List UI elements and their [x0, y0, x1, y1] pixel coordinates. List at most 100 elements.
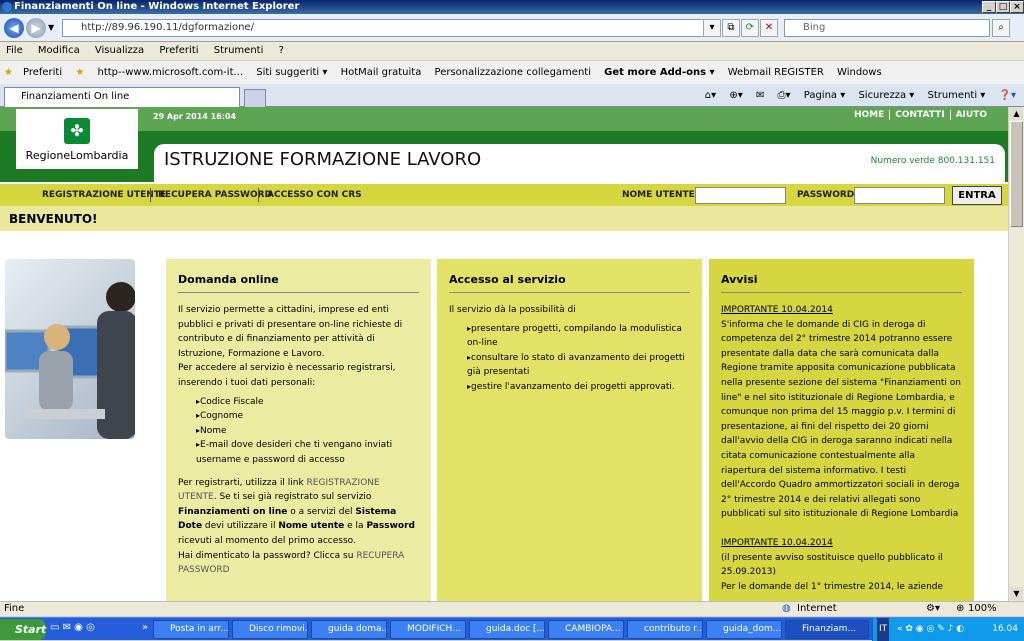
fav-item-siti-suggeriti[interactable]: Siti suggeriti ▾ — [256, 67, 327, 78]
minimize-button[interactable]: _ — [982, 1, 996, 13]
welcome-bar: BENVENUTO! — [0, 206, 1008, 231]
fav-item-webmail[interactable]: Webmail REGISTER — [728, 67, 824, 78]
stop-icon[interactable]: ✕ — [760, 19, 778, 37]
status-bar: Fine ◍ Internet ⚙▾ ⊕ 100% — [0, 601, 1024, 616]
menu-file[interactable]: File — [6, 45, 23, 56]
forward-button[interactable]: ▶ — [26, 18, 46, 38]
mail-icon[interactable]: ✉ — [756, 90, 764, 101]
favorites-button[interactable]: Preferiti — [23, 67, 62, 78]
bold-nome-utente: Nome utente — [278, 521, 345, 532]
cmd-sicurezza[interactable]: Sicurezza ▾ — [858, 90, 914, 101]
menu-help[interactable]: ? — [279, 45, 284, 56]
domanda-text-4: Hai dimenticato la password? Clicca su R… — [178, 549, 419, 578]
clock: 16.04 — [992, 624, 1018, 634]
page-content: ✤ RegioneLombardia 29 Apr 2014 16:04 HOM… — [0, 107, 1008, 601]
domanda-text-1: Il servizio permette a cittadini, impres… — [178, 305, 403, 359]
maximize-button[interactable]: □ — [996, 1, 1010, 13]
menu-strumenti[interactable]: Strumenti — [214, 45, 264, 56]
language-indicator[interactable]: IT — [877, 618, 890, 641]
feeds-icon[interactable]: ⊕▾ — [729, 90, 742, 101]
username-input[interactable] — [695, 187, 786, 204]
accesso-intro: Il servizio dà la possibilità di — [449, 305, 576, 315]
menu-modifica[interactable]: Modifica — [38, 45, 80, 56]
menu-preferiti[interactable]: Preferiti — [159, 45, 198, 56]
address-dropdown-icon[interactable]: ▾ — [703, 19, 721, 37]
avviso-title[interactable]: IMPORTANTE 10.04.2014 — [721, 303, 962, 318]
header-datetime: 29 Apr 2014 16:04 — [153, 112, 237, 121]
history-dropdown-icon[interactable]: ▼ — [48, 23, 54, 32]
search-icon[interactable]: ⌕ — [992, 19, 1010, 37]
panel-accesso-servizio: Accesso al servizio Il servizio dà la po… — [437, 259, 702, 601]
nav-separator — [150, 188, 151, 202]
scroll-down-icon[interactable]: ▼ — [1010, 587, 1023, 600]
taskbar: Start ▭ ✉ ◉ ◎ » Posta in arr... Disco ri… — [0, 617, 1024, 641]
list-item: Codice Fiscale — [196, 395, 419, 410]
task-modifich[interactable]: MODIFICH... — [390, 620, 466, 639]
task-contributo[interactable]: contributo r... — [627, 620, 703, 639]
top-links: HOME CONTATTI AIUTO — [849, 110, 992, 120]
refresh-icon[interactable]: ⟳ — [741, 19, 759, 37]
cmd-pagina[interactable]: Pagina ▾ — [804, 90, 846, 101]
task-posta[interactable]: Posta in arr... — [153, 620, 229, 639]
domanda-text-2: Per accedere al servizio è necessario re… — [178, 363, 396, 388]
tab-finanziamenti[interactable]: Finanziamenti On line — [4, 87, 240, 107]
link-aiuto[interactable]: AIUTO — [949, 110, 992, 120]
fav-item-windows[interactable]: Windows — [837, 67, 882, 78]
nav-accesso-crs[interactable]: ACCESSO CON CRS — [267, 190, 362, 200]
regione-lombardia-logo[interactable]: ✤ RegioneLombardia — [16, 109, 138, 169]
print-icon[interactable]: ⎙▾ — [778, 90, 791, 101]
compat-view-icon[interactable]: ⧉ — [722, 19, 740, 37]
panel-body-avvisi: IMPORTANTE 10.04.2014 S'informa che le d… — [721, 303, 962, 594]
tray-icons[interactable]: « ✿ ◉ ◎ ✎ ♪ ◐ — [897, 618, 964, 641]
fav-item-addons[interactable]: Get more Add-ons ▾ — [604, 67, 714, 78]
text-fragment: o a servizi del — [287, 506, 356, 517]
scroll-thumb[interactable] — [1010, 121, 1023, 227]
list-item: gestire l'avanzamento dei progetti appro… — [467, 380, 690, 395]
new-tab-button[interactable] — [244, 89, 266, 107]
start-button[interactable]: Start — [0, 619, 46, 640]
cmd-strumenti[interactable]: Strumenti ▾ — [927, 90, 985, 101]
fav-item-personalizzazione[interactable]: Personalizzazione collegamenti — [435, 67, 591, 78]
ie-icon — [2, 2, 12, 12]
nav-registrazione-utente[interactable]: REGISTRAZIONE UTENTE — [42, 190, 166, 200]
avviso-title[interactable]: IMPORTANTE 10.04.2014 — [721, 536, 962, 551]
protected-mode-icon[interactable]: ⚙▾ — [926, 602, 940, 616]
menu-visualizza[interactable]: Visualizza — [95, 45, 144, 56]
address-row: ◀ ▶ ▼ http://89.96.190.11/dgformazione/ … — [0, 14, 1024, 42]
nav-recupera-password[interactable]: RECUPERA PASSWORD — [158, 190, 272, 200]
help-icon[interactable]: ❓▾ — [999, 90, 1016, 101]
domanda-list: Codice Fiscale Cognome Nome E-mail dove … — [196, 395, 419, 468]
back-button[interactable]: ◀ — [4, 18, 24, 38]
task-guida-dom[interactable]: guida_dom... — [706, 620, 782, 639]
task-guida-doc[interactable]: guida.doc [... — [469, 620, 545, 639]
address-input[interactable]: http://89.96.190.11/dgformazione/ — [62, 19, 714, 37]
close-window-button[interactable]: × — [1010, 1, 1024, 13]
task-disco[interactable]: Disco rimovi... — [232, 620, 308, 639]
home-icon[interactable]: ⌂▾ — [705, 90, 716, 101]
favorites-star-icon: ★ — [4, 67, 13, 78]
fav-item-microsoft[interactable]: http--www.microsoft.com-it... — [97, 67, 243, 78]
globe-icon: ◍ — [782, 603, 791, 614]
task-guida-doma[interactable]: guida doma... — [311, 620, 387, 639]
panel-heading-avvisi: Avvisi — [721, 273, 962, 293]
vertical-scrollbar[interactable]: ▲ ▼ — [1008, 107, 1024, 601]
task-finanziamenti[interactable]: Finanziam... — [785, 620, 869, 639]
task-cambiopa[interactable]: CAMBIOPA... — [548, 620, 624, 639]
zoom-level[interactable]: 100% — [968, 602, 997, 616]
search-input[interactable]: Bing — [784, 19, 990, 37]
password-input[interactable] — [854, 187, 945, 204]
quicklaunch-icons[interactable]: ▭ ✉ ◉ ◎ — [50, 622, 95, 633]
scroll-up-icon[interactable]: ▲ — [1010, 107, 1023, 120]
text-fragment: ricevuti al momento del primo accesso. — [178, 535, 356, 546]
fav-item-hotmail[interactable]: HotMail gratuita — [341, 67, 422, 78]
start-label: Start — [15, 623, 47, 636]
panel-heading-accesso: Accesso al servizio — [449, 273, 690, 293]
link-home[interactable]: HOME — [849, 110, 889, 120]
add-favorite-icon[interactable]: ★ — [75, 67, 84, 78]
avviso-text: (il presente avviso sostituisce quello p… — [721, 552, 943, 578]
entra-button[interactable]: ENTRA — [952, 186, 1002, 205]
link-contatti[interactable]: CONTATTI — [889, 110, 950, 120]
panel-avvisi: Avvisi IMPORTANTE 10.04.2014 S'informa c… — [709, 259, 974, 601]
more-icon[interactable]: » — [142, 622, 148, 633]
text-fragment: devi utilizzare il — [202, 521, 279, 532]
